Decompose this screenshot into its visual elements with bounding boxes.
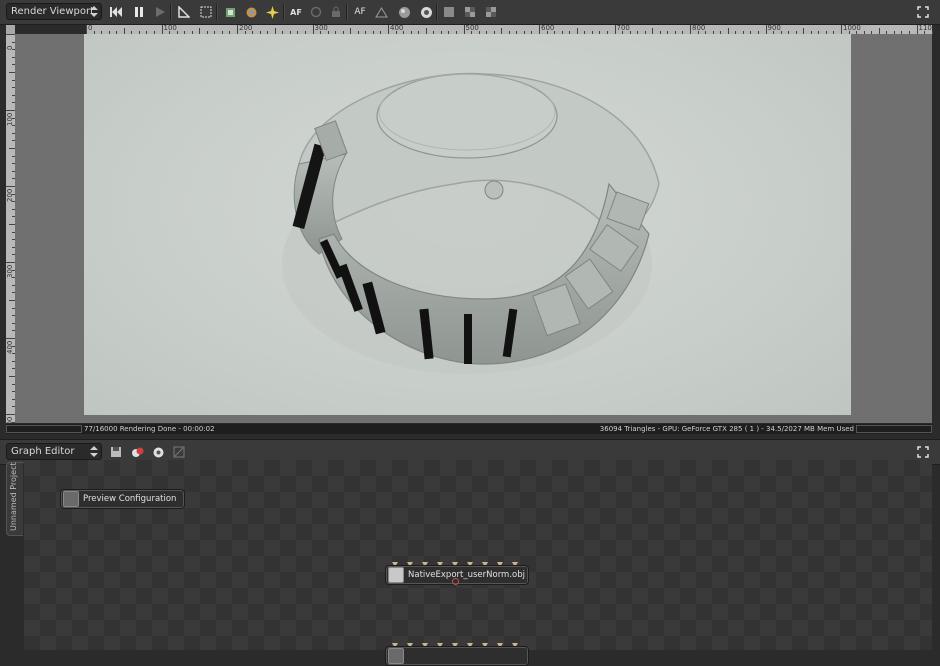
export-icon[interactable] [222,4,238,20]
ruler-label: 600 [541,24,555,32]
partial-node[interactable] [385,646,529,666]
view-select-label: Render Viewport [11,6,95,17]
play-icon[interactable] [152,4,168,20]
arrange-icon[interactable] [171,444,187,460]
graph-editor-canvas[interactable]: Preview Configuration NativeExport_userN… [24,460,932,666]
add-node-icon[interactable] [129,444,145,460]
project-tab[interactable]: Unnamed Project [6,462,23,536]
ruler-label: 1100 [918,24,937,32]
ruler-label: 200 [239,24,253,32]
render-status-text: 77/16000 Rendering Done - 00:00:02 [84,425,215,433]
progress-box-left [6,425,82,433]
ruler-label: 300 [314,24,328,32]
ruler-tick [539,25,540,34]
node-label: Preview Configuration [83,494,177,504]
ruler-tick [765,25,767,34]
render-viewport-toolbar: Render Viewport AF AF [0,0,940,25]
ruler-label: 500 [465,24,479,32]
ruler-label: 1000 [843,24,861,32]
render-viewport[interactable] [15,34,932,423]
ruler-label: 100 [163,24,177,32]
ruler-tick [690,25,691,34]
ruler-label: 400 [6,340,14,354]
graph-view-select[interactable]: Graph Editor [6,443,102,460]
light-icon[interactable] [264,4,280,20]
region-icon[interactable] [198,4,214,20]
texture-icon[interactable] [418,4,434,20]
ruler-corner [6,25,15,34]
ruler-label: 100 [6,112,14,126]
lock-icon[interactable] [328,4,344,20]
horizontal-ruler: 0 100 200 300 400 500 600 700 800 900 1000 1100 [86,24,936,34]
ruler-tick [6,34,15,35]
pause-icon[interactable] [131,4,147,20]
ruler-tick [161,25,163,34]
ruler-tick [841,25,842,34]
fill-icon[interactable] [441,4,457,20]
updown-arrow-icon [90,445,98,458]
ruler-tick [6,414,15,415]
node-label: NativeExport_userNorm.obj [408,570,525,580]
view-select[interactable]: Render Viewport [6,3,102,20]
ruler-label: 400 [390,24,404,32]
graph-view-select-label: Graph Editor [11,446,75,457]
camera-icon[interactable] [373,4,389,20]
ruler-tick [388,25,389,34]
material-icon[interactable] [243,4,259,20]
fullscreen-icon[interactable] [915,4,931,20]
project-tab-label: Unnamed Project [9,462,18,531]
mesh-node-icon [388,567,404,583]
ruler-tick [312,25,314,34]
ruler-label: 300 [6,264,14,278]
ruler-tick [614,25,616,34]
ruler-label: 0 [88,24,93,32]
rewind-icon[interactable] [108,4,124,20]
status-bar: 77/16000 Rendering Done - 00:00:02 36094… [6,424,932,434]
ruler-tick [6,186,15,187]
sphere-icon[interactable] [396,4,412,20]
save-icon[interactable] [108,444,124,460]
settings-node-icon [63,491,79,507]
preview-configuration-node[interactable]: Preview Configuration [60,489,186,509]
gpu-status-text: 36094 Triangles - GPU: GeForce GTX 285 (… [599,425,854,433]
ruler-tick [237,25,238,34]
ruler-tick [6,110,15,111]
checker-icon[interactable] [462,4,478,20]
render-image [84,34,851,415]
output-port[interactable] [452,578,459,585]
ruler-tick [916,25,918,34]
af-icon[interactable]: AF [288,4,304,20]
alpha-icon[interactable] [483,4,499,20]
node-icon [388,648,404,664]
ruler-tick [86,25,87,34]
af-text[interactable]: AF [352,4,368,20]
updown-arrow-icon [90,5,98,18]
ruler-label: 800 [692,24,706,32]
refresh-icon[interactable] [308,4,324,20]
ruler-label: 700 [616,24,630,32]
vertical-ruler: 0100200300400500 [6,34,15,430]
ruler-tick [6,338,15,339]
ruler-icon[interactable] [176,4,192,20]
ruler-label: 900 [767,24,781,32]
ruler-tick [6,262,15,263]
ruler-tick [463,25,465,34]
progress-box-right [856,425,932,433]
node-group-icon[interactable] [150,444,166,460]
fullscreen-icon[interactable] [915,444,931,460]
ruler-label: 200 [6,188,14,202]
